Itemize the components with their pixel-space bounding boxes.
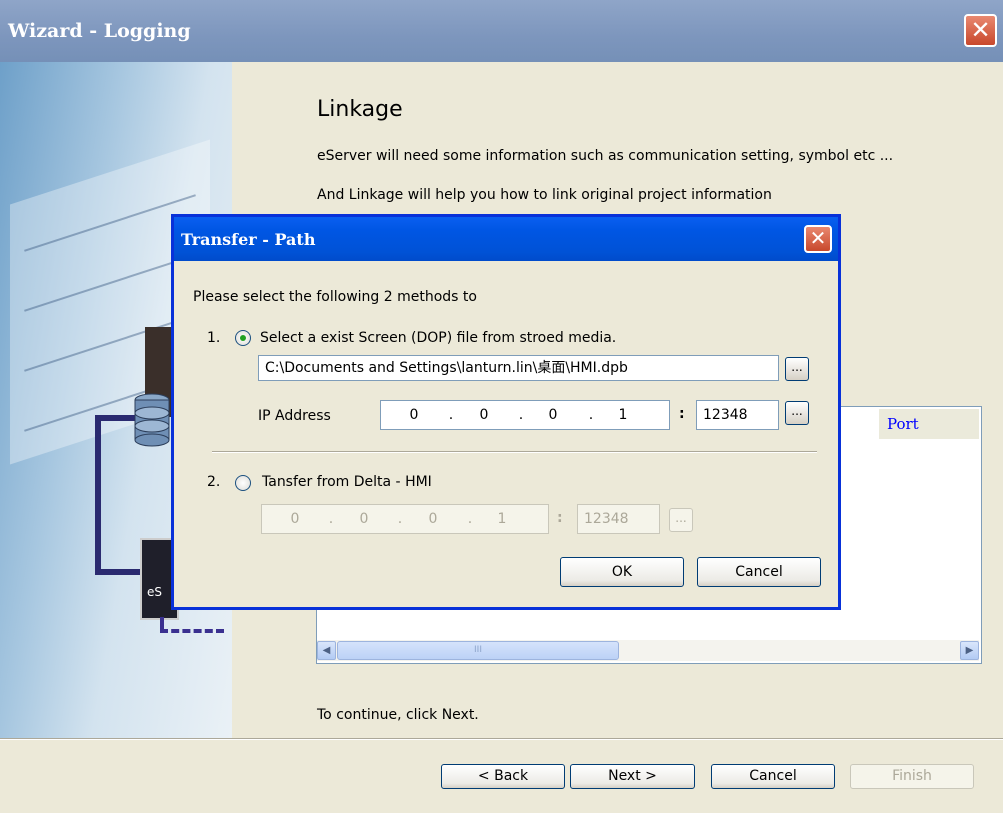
close-icon: ✕ xyxy=(809,226,827,250)
art-connector xyxy=(160,617,224,633)
wizard-close-button[interactable]: ✕ xyxy=(964,14,997,47)
wizard-title: Wizard - Logging xyxy=(8,20,191,42)
ip-address-label: IP Address xyxy=(258,408,331,424)
file-path-input[interactable]: C:\Documents and Settings\lanturn.lin\桌面… xyxy=(258,355,779,381)
dialog-close-button[interactable]: ✕ xyxy=(804,225,832,253)
ellipsis-icon: ... xyxy=(675,511,687,525)
option-2-radio[interactable] xyxy=(235,475,251,491)
option-2-label[interactable]: Tansfer from Delta - HMI xyxy=(262,474,432,490)
ip-octet-1[interactable]: 0 xyxy=(399,407,429,423)
hmi-ip-address-input[interactable]: 0 . 0 . 0 . 1 xyxy=(261,504,549,534)
chevron-right-icon: ▶ xyxy=(965,645,974,656)
ip-octet-3[interactable]: 0 xyxy=(538,407,568,423)
continue-hint: To continue, click Next. xyxy=(317,707,479,723)
ip-octet-1[interactable]: 0 xyxy=(280,511,310,527)
ip-address-input[interactable]: 0 . 0 . 0 . 1 xyxy=(380,400,670,430)
horizontal-scrollbar[interactable]: ◀ III ▶ xyxy=(317,640,979,661)
wizard-title-bar: Wizard - Logging ✕ xyxy=(0,0,1003,62)
hmi-port-input[interactable]: 12348 xyxy=(577,504,660,534)
dialog-title: Transfer - Path xyxy=(181,230,316,249)
dialog-cancel-button[interactable]: Cancel xyxy=(697,557,821,587)
transfer-path-dialog: Transfer - Path ✕ Please select the foll… xyxy=(171,214,841,610)
database-icon xyxy=(134,393,170,447)
option-1-radio[interactable] xyxy=(235,330,251,346)
finish-button[interactable]: Finish xyxy=(850,764,974,789)
page-heading: Linkage xyxy=(317,97,403,122)
ip-octet-2[interactable]: 0 xyxy=(469,407,499,423)
option-2-number: 2. xyxy=(207,474,221,490)
dialog-instruction: Please select the following 2 methods to xyxy=(193,289,477,305)
ip-octet-3[interactable]: 0 xyxy=(418,511,448,527)
option-1-number: 1. xyxy=(207,330,221,346)
hmi-browse-button[interactable]: ... xyxy=(669,508,693,532)
ellipsis-icon: ... xyxy=(791,360,803,374)
button-separator xyxy=(0,738,1003,740)
browse-file-button[interactable]: ... xyxy=(785,357,809,381)
option-1-label[interactable]: Select a exist Screen (DOP) file from st… xyxy=(260,330,616,346)
chevron-left-icon: ◀ xyxy=(322,645,331,656)
server-label: eS xyxy=(147,585,162,599)
next-button[interactable]: Next > xyxy=(570,764,695,789)
ip-octet-2[interactable]: 0 xyxy=(349,511,379,527)
dialog-title-bar: Transfer - Path ✕ xyxy=(174,217,838,261)
close-icon: ✕ xyxy=(970,16,991,44)
port-separator: : xyxy=(557,510,563,526)
column-header-port[interactable]: Port xyxy=(878,409,979,439)
description-line-2: And Linkage will help you how to link or… xyxy=(317,187,772,203)
ip-octet-4[interactable]: 1 xyxy=(608,407,638,423)
description-line-1: eServer will need some information such … xyxy=(317,148,894,164)
scroll-right-button[interactable]: ▶ xyxy=(960,641,979,660)
ip-octet-4[interactable]: 1 xyxy=(487,511,517,527)
option-separator xyxy=(212,451,817,453)
cancel-button[interactable]: Cancel xyxy=(711,764,835,789)
port-separator: : xyxy=(679,406,685,422)
scroll-left-button[interactable]: ◀ xyxy=(317,641,336,660)
scroll-thumb[interactable]: III xyxy=(337,641,619,660)
back-button[interactable]: < Back xyxy=(441,764,565,789)
port-input[interactable]: 12348 xyxy=(696,400,779,430)
ellipsis-icon: ... xyxy=(791,404,803,418)
ok-button[interactable]: OK xyxy=(560,557,684,587)
browse-port-button[interactable]: ... xyxy=(785,401,809,425)
